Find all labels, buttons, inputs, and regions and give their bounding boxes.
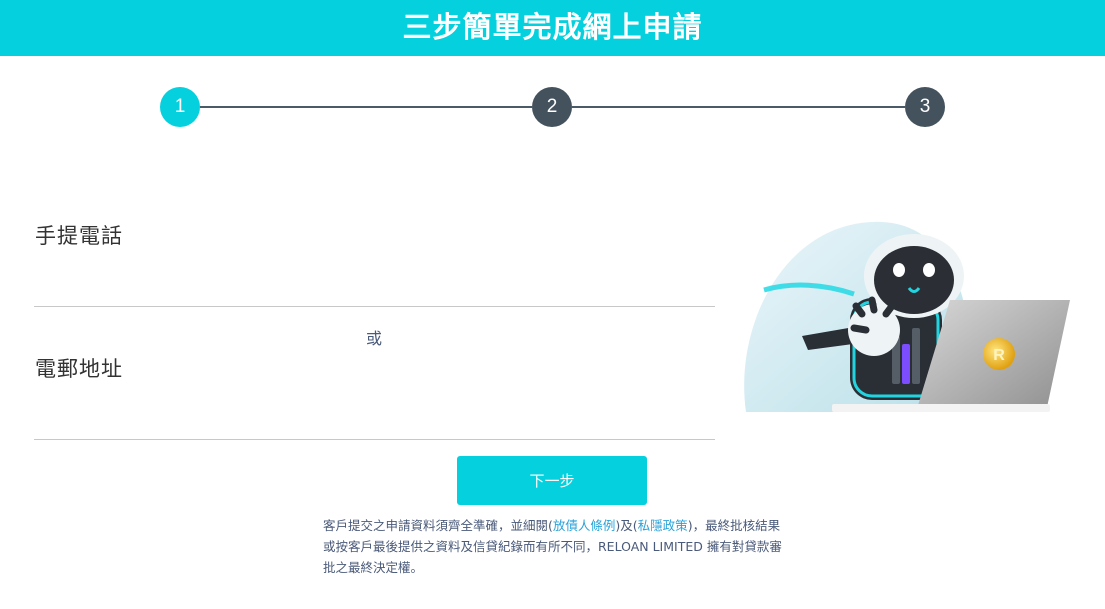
svg-text:R: R xyxy=(993,347,1005,364)
phone-input[interactable] xyxy=(34,276,715,307)
step-connector xyxy=(200,106,532,108)
step-1-indicator: 1 xyxy=(160,87,200,127)
money-lenders-ordinance-link[interactable]: 放債人條例 xyxy=(553,518,616,533)
progress-stepper: 1 2 3 xyxy=(0,86,1105,128)
step-connector xyxy=(572,106,905,108)
phone-label: 手提電話 xyxy=(35,224,123,248)
disclaimer-part-2: )及( xyxy=(615,518,638,533)
disclaimer-part-1: 客戶提交之申請資料須齊全準確，並細閱( xyxy=(323,518,553,533)
or-separator: 或 xyxy=(366,329,383,348)
step-3-indicator: 3 xyxy=(905,87,945,127)
email-input[interactable] xyxy=(34,409,715,440)
email-label: 電郵地址 xyxy=(35,357,123,381)
page-title: 三步簡單完成網上申請 xyxy=(402,10,703,44)
page-header: 三步簡單完成網上申請 xyxy=(0,0,1105,56)
laptop-base xyxy=(832,404,1050,412)
step-2-indicator: 2 xyxy=(532,87,572,127)
next-step-button[interactable]: 下一步 xyxy=(457,456,647,505)
robot-with-laptop-illustration: R xyxy=(744,221,1070,412)
disclaimer-text: 客戶提交之申請資料須齊全準確，並細閱(放債人條例)及(私隱政策)，最終批核結果或… xyxy=(323,515,783,578)
privacy-policy-link[interactable]: 私隱政策 xyxy=(638,518,688,533)
